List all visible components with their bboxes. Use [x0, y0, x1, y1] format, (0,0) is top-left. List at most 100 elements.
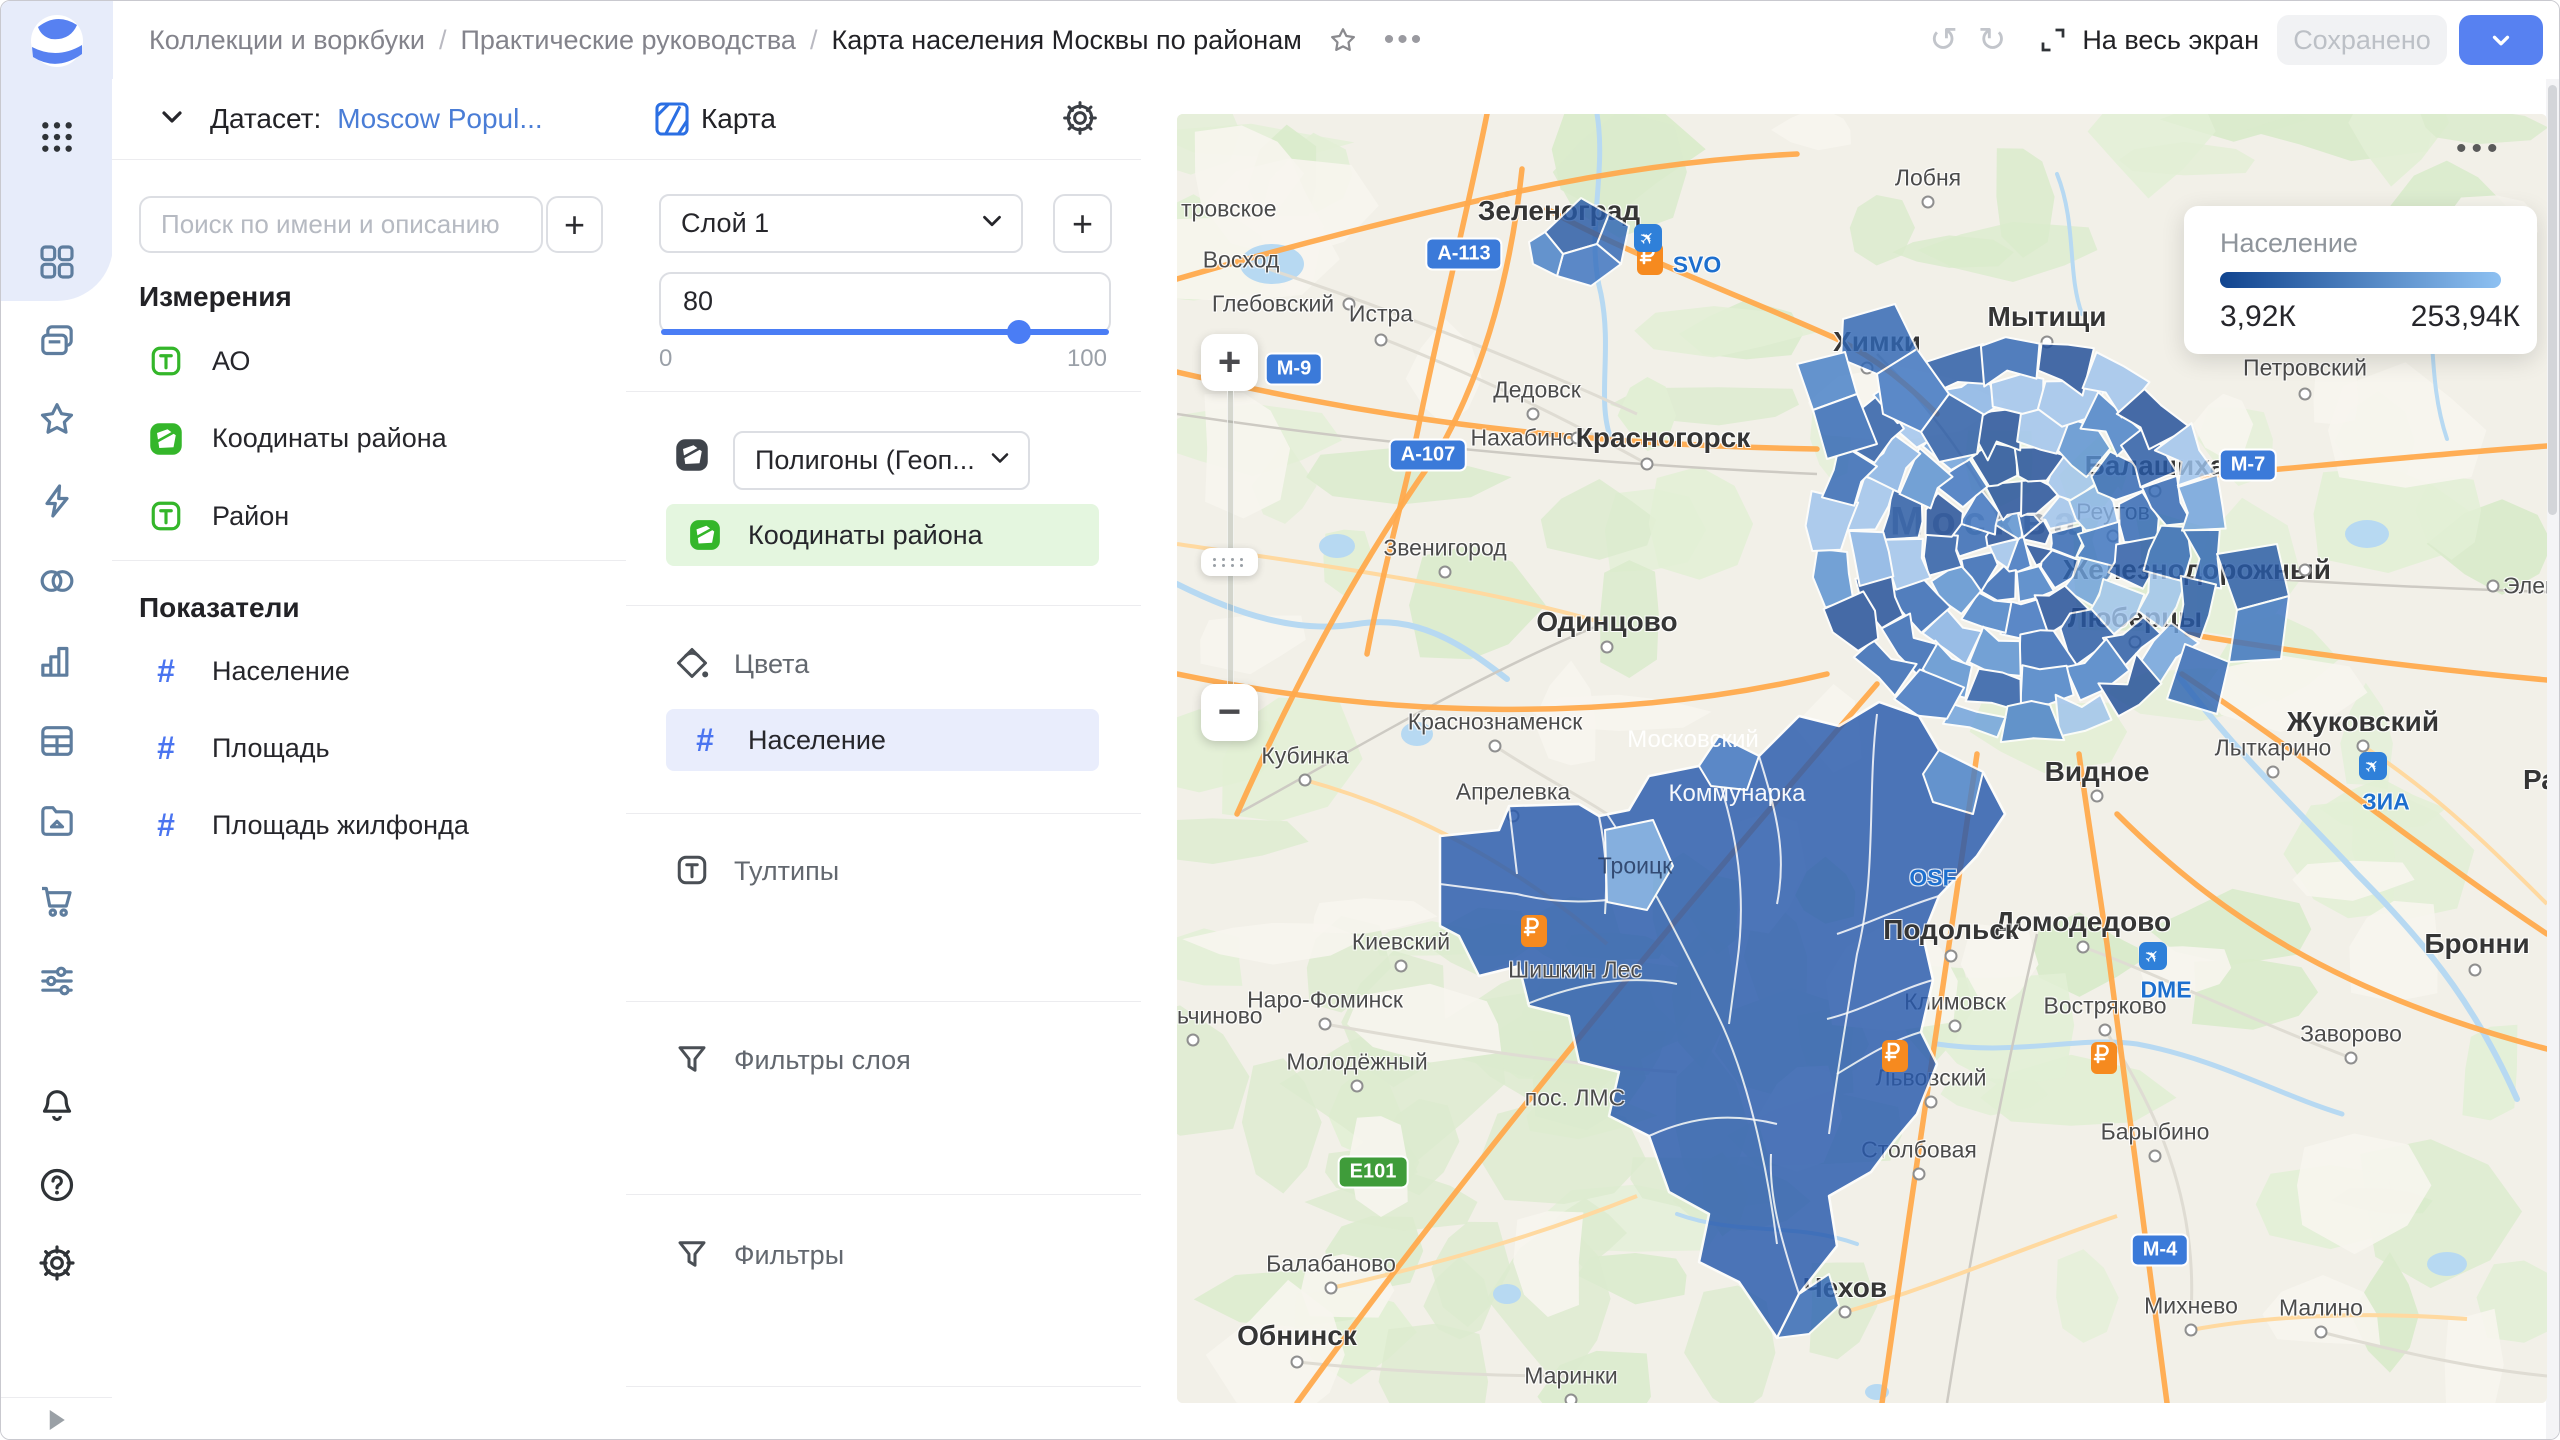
- breadcrumb-separator: /: [439, 25, 447, 56]
- geopolygon-icon: [674, 437, 710, 478]
- filters-section-label[interactable]: Фильтры: [734, 1240, 844, 1271]
- divider: [112, 560, 626, 561]
- rail-expand-button[interactable]: [41, 1405, 71, 1440]
- geopolygon-field-icon: [148, 421, 184, 457]
- datasets-icon[interactable]: [32, 716, 82, 766]
- paint-bucket-icon: [674, 645, 710, 686]
- breadcrumb: Коллекции и воркбуки / Практические руко…: [149, 25, 1302, 56]
- divider: [626, 1194, 1141, 1195]
- filter-funnel-icon: [674, 1236, 710, 1277]
- dimension-field[interactable]: Коодинаты района: [122, 409, 616, 469]
- chart-type-title: Карта: [701, 103, 776, 135]
- divider: [626, 1386, 1141, 1387]
- storage-icon[interactable]: [32, 796, 82, 846]
- legend-gradient-bar: [2220, 272, 2501, 288]
- measure-hash-icon: #: [148, 730, 184, 766]
- divider: [626, 1001, 1141, 1002]
- measure-field[interactable]: #Площадь: [122, 718, 616, 778]
- breadcrumb-separator: /: [810, 25, 818, 56]
- opacity-max-label: 100: [659, 345, 1107, 373]
- chevron-down-icon: [2488, 27, 2514, 53]
- map-canvas[interactable]: тровскоеВосходГлебовскийИстраЗеленоградЛ…: [1177, 114, 2547, 1403]
- layer-select[interactable]: Слой 1: [659, 194, 1023, 253]
- breadcrumb-collections[interactable]: Коллекции и воркбуки: [149, 25, 425, 56]
- editor-icon[interactable]: [32, 476, 82, 526]
- favorites-icon[interactable]: [32, 394, 82, 444]
- workbooks-icon[interactable]: [32, 316, 82, 366]
- dataset-header[interactable]: Датасет: Moscow Popul...: [112, 79, 626, 160]
- opacity-slider-handle[interactable]: [1007, 320, 1031, 344]
- dimensions-title: Измерения: [139, 281, 292, 313]
- map-menu-dots-icon[interactable]: •••: [2456, 132, 2503, 166]
- tooltips-section-label[interactable]: Тултипы: [734, 856, 839, 887]
- undo-icon[interactable]: ↺: [1929, 23, 1958, 57]
- zoom-out-button[interactable]: −: [1201, 684, 1258, 741]
- zoom-drag-handle[interactable]: [1201, 548, 1258, 576]
- dataset-panel: Датасет: Moscow Popul... + Измерения АО К…: [112, 79, 627, 1439]
- colors-section-label: Цвета: [734, 649, 809, 680]
- top-actions: ↺ ↻ На весь экран Сохранено: [1919, 15, 2543, 65]
- map-legend: Население 3,92К 253,94К: [2184, 206, 2537, 354]
- fullscreen-button[interactable]: На весь экран: [2038, 25, 2259, 56]
- favorite-star-icon[interactable]: [1328, 25, 1358, 55]
- scrollbar-thumb[interactable]: [2548, 85, 2557, 515]
- measure-hash-icon: #: [148, 653, 184, 689]
- tooltips-icon: [674, 852, 710, 893]
- app-window: Коллекции и воркбуки / Практические руко…: [0, 0, 2560, 1440]
- add-field-button[interactable]: +: [546, 196, 603, 253]
- settings-icon[interactable]: [32, 1238, 82, 1288]
- notifications-icon[interactable]: [32, 1080, 82, 1130]
- chevron-down-icon: [977, 206, 1007, 241]
- scrollbar-track: [2546, 79, 2559, 1439]
- marketplace-icon[interactable]: [32, 876, 82, 926]
- more-menu-icon[interactable]: •••: [1384, 23, 1425, 57]
- charts-icon[interactable]: [32, 636, 82, 686]
- map-chart-icon[interactable]: [653, 100, 691, 143]
- measure-hash-icon: #: [148, 807, 184, 843]
- divider: [626, 391, 1141, 392]
- legend-min-value: 3,92К: [2220, 300, 2296, 334]
- save-status-button[interactable]: Сохранено: [2277, 15, 2447, 65]
- breadcrumb-guides[interactable]: Практические руководства: [460, 25, 795, 56]
- color-field-chip[interactable]: # Население: [666, 709, 1099, 771]
- expand-icon: [2038, 25, 2068, 55]
- add-layer-button[interactable]: +: [1053, 194, 1112, 253]
- chevron-down-icon: [156, 101, 188, 138]
- save-dropdown-button[interactable]: [2459, 15, 2543, 65]
- geopolygon-field-icon: [688, 518, 722, 552]
- layer-filter-funnel-icon: [674, 1041, 710, 1082]
- zoom-track: [1227, 391, 1234, 684]
- dimension-field[interactable]: Район: [122, 486, 616, 546]
- layer-opacity-control: 80: [659, 272, 1111, 334]
- rail-divider: [1, 1397, 112, 1398]
- opacity-slider-track[interactable]: [661, 329, 1109, 335]
- dataset-link[interactable]: Moscow Popul...: [337, 103, 542, 135]
- opacity-value: 80: [683, 286, 713, 317]
- measure-field[interactable]: #Население: [122, 641, 616, 701]
- apps-grid-icon[interactable]: [32, 112, 82, 162]
- tuning-icon[interactable]: [32, 956, 82, 1006]
- zoom-in-button[interactable]: +: [1201, 334, 1258, 391]
- connections-icon[interactable]: [32, 556, 82, 606]
- geopolygon-field-chip[interactable]: Коодинаты района: [666, 504, 1099, 566]
- datalens-logo[interactable]: [30, 14, 84, 68]
- dataset-label: Датасет:: [210, 103, 321, 135]
- redo-icon[interactable]: ↻: [1978, 23, 2007, 57]
- layer-filters-section-label[interactable]: Фильтры слоя: [734, 1045, 911, 1076]
- chart-config-panel: Карта Слой 1 + 80 0 100 По: [626, 79, 1142, 1439]
- dashboards-icon[interactable]: [32, 237, 82, 287]
- breadcrumb-current: Карта населения Москвы по районам: [831, 25, 1301, 56]
- dimension-field[interactable]: АО: [122, 331, 616, 391]
- legend-max-value: 253,94К: [2411, 300, 2520, 334]
- text-field-icon: [148, 343, 184, 379]
- chart-type-header: Карта: [626, 79, 1141, 160]
- legend-title: Население: [2220, 228, 2358, 259]
- search-input[interactable]: [139, 196, 543, 253]
- divider: [626, 605, 1141, 606]
- geometry-type-select[interactable]: Полигоны (Геоп...: [733, 431, 1030, 490]
- measure-field[interactable]: #Площадь жилфонда: [122, 795, 616, 855]
- text-field-icon: [148, 498, 184, 534]
- help-icon[interactable]: [32, 1160, 82, 1210]
- gear-icon[interactable]: [1061, 99, 1099, 142]
- chevron-down-icon: [986, 444, 1014, 477]
